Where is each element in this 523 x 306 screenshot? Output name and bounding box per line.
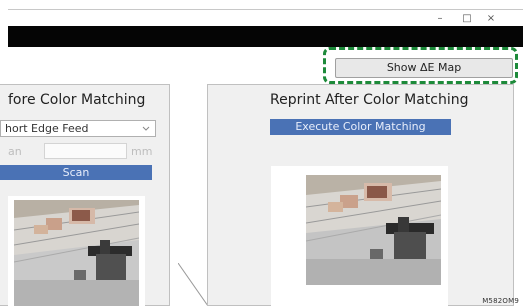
connector-line	[178, 263, 208, 306]
window-titlebar: – □ ×	[8, 9, 523, 27]
execute-color-matching-button[interactable]: Execute Color Matching	[270, 119, 451, 135]
after-print-image	[306, 175, 441, 285]
close-icon[interactable]: ×	[484, 14, 498, 24]
before-scan-image	[14, 200, 139, 306]
app-header-bar	[8, 26, 523, 47]
unit-label: mm	[131, 145, 153, 158]
minimize-icon[interactable]: –	[433, 14, 447, 24]
callout-highlight-box	[323, 47, 518, 84]
feed-direction-select[interactable]: hort Edge Feed	[0, 120, 156, 137]
after-panel-title: Reprint After Color Matching	[270, 92, 469, 108]
figure-code: M582OM9	[482, 297, 519, 305]
scan-button[interactable]: Scan	[0, 165, 152, 180]
before-panel-title: fore Color Matching	[8, 92, 146, 108]
maximize-icon[interactable]: □	[460, 14, 474, 24]
scan-size-label: an	[8, 145, 22, 158]
feed-select-value: hort Edge Feed	[5, 122, 89, 135]
chevron-down-icon	[142, 121, 150, 136]
scan-size-input[interactable]	[44, 143, 127, 159]
